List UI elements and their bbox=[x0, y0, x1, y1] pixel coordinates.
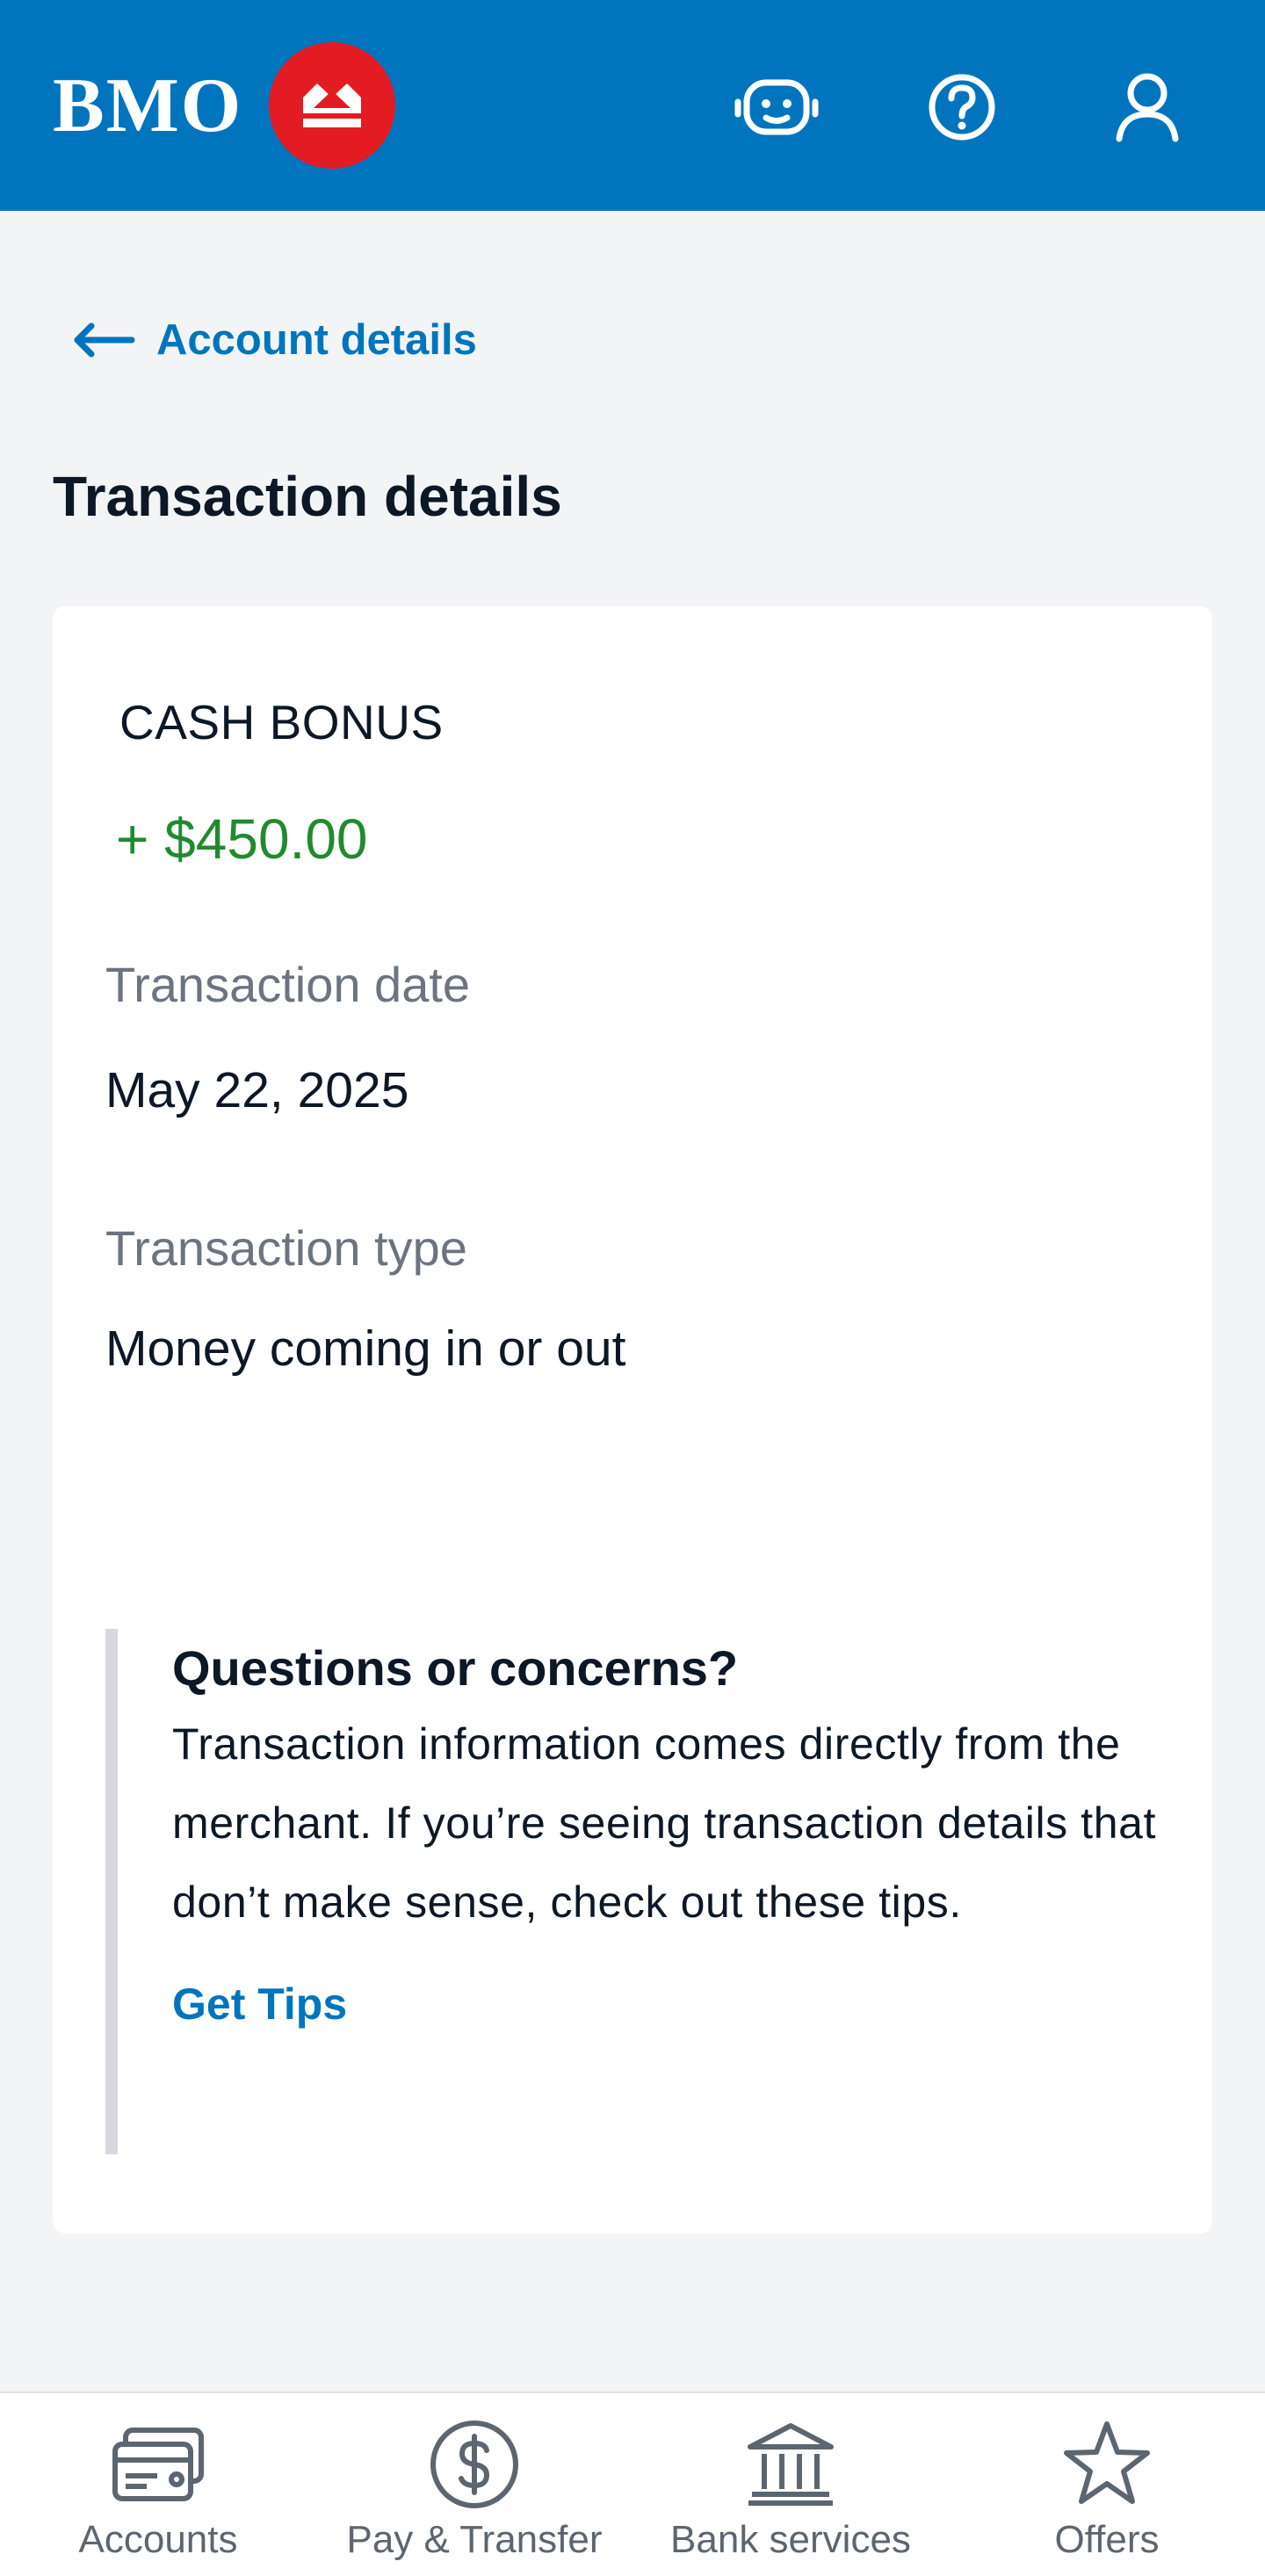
arrow-left-icon bbox=[74, 322, 135, 358]
transaction-date-label: Transaction date bbox=[105, 957, 471, 1012]
transaction-card: CASH BONUS + $450.00 Transaction date Ma… bbox=[53, 606, 1212, 2233]
profile-icon[interactable] bbox=[1105, 65, 1189, 149]
bank-building-icon bbox=[742, 2416, 839, 2513]
merchant-name: CASH BONUS bbox=[119, 695, 444, 749]
bottom-nav: Accounts Pay & Transfer Bank services Of… bbox=[0, 2391, 1265, 2576]
dollar-circle-icon bbox=[426, 2416, 523, 2513]
questions-title: Questions or concerns? bbox=[172, 1640, 739, 1696]
transaction-type-label: Transaction type bbox=[105, 1220, 467, 1276]
app-header: BMO bbox=[0, 0, 1265, 211]
questions-callout: Questions or concerns? Transaction infor… bbox=[105, 1629, 1168, 2154]
transaction-type-value: Money coming in or out bbox=[105, 1321, 626, 1377]
nav-offers-label: Offers bbox=[1054, 2518, 1160, 2561]
nav-pay-transfer[interactable]: Pay & Transfer bbox=[316, 2393, 632, 2576]
transaction-amount: + $450.00 bbox=[116, 807, 368, 871]
nav-accounts[interactable]: Accounts bbox=[0, 2393, 316, 2576]
brand-name: BMO bbox=[53, 62, 243, 148]
nav-bank-services-label: Bank services bbox=[670, 2518, 911, 2561]
help-icon[interactable] bbox=[920, 65, 1004, 149]
nav-pay-transfer-label: Pay & Transfer bbox=[346, 2518, 603, 2561]
transaction-date-value: May 22, 2025 bbox=[105, 1062, 409, 1118]
questions-body: Transaction information comes directly f… bbox=[172, 1719, 1157, 1927]
back-link-label: Account details bbox=[156, 316, 477, 364]
bmo-roundel-icon bbox=[269, 42, 396, 169]
nav-offers[interactable]: Offers bbox=[949, 2393, 1265, 2576]
get-tips-link[interactable]: Get Tips bbox=[172, 1979, 347, 2030]
nav-bank-services[interactable]: Bank services bbox=[632, 2393, 949, 2576]
nav-accounts-label: Accounts bbox=[78, 2518, 238, 2561]
star-icon bbox=[1059, 2416, 1155, 2513]
assistant-bot-icon[interactable] bbox=[734, 65, 819, 149]
bmo-logo[interactable]: BMO bbox=[53, 42, 396, 169]
accounts-card-icon bbox=[110, 2416, 206, 2513]
back-to-account-details-link[interactable]: Account details bbox=[72, 313, 477, 367]
page-title: Transaction details bbox=[53, 465, 562, 528]
